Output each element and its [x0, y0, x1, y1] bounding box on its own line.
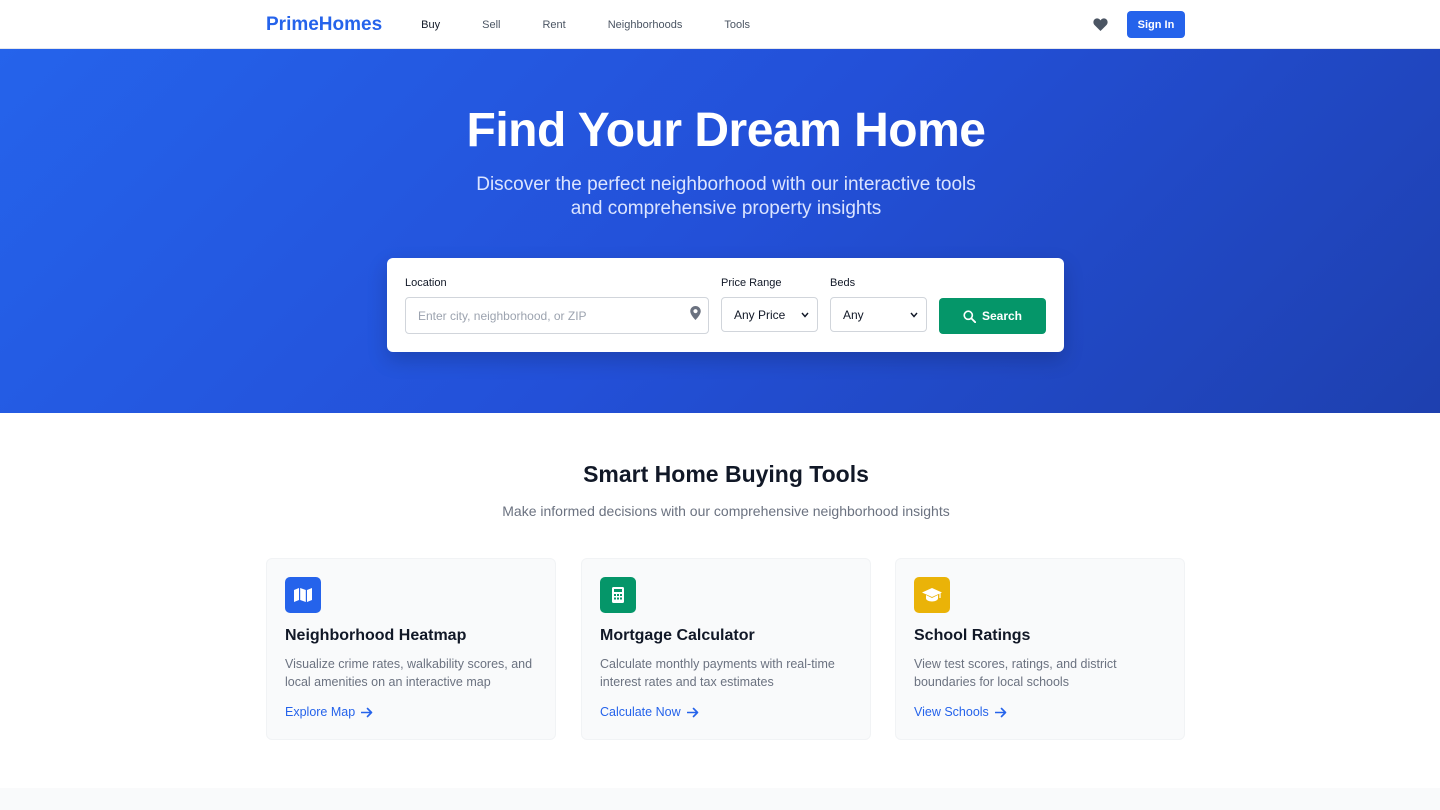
arrow-right-icon — [361, 707, 373, 717]
map-icon — [285, 577, 321, 613]
nav-link-tools[interactable]: Tools — [724, 19, 750, 31]
favorites-heart-icon[interactable] — [1092, 17, 1108, 33]
tool-card-description: Calculate monthly payments with real-tim… — [600, 657, 835, 689]
location-input[interactable] — [405, 297, 709, 334]
chevron-down-icon — [910, 312, 918, 318]
tool-card-title: School Ratings — [914, 627, 1031, 644]
hero-title: Find Your Dream Home — [466, 104, 986, 157]
search-button[interactable]: Search — [939, 298, 1046, 334]
tool-card-mortgage: Mortgage Calculator Calculate monthly pa… — [581, 558, 871, 740]
next-section-edge — [0, 788, 1440, 810]
graduation-cap-icon — [914, 577, 950, 613]
nav-link-buy[interactable]: Buy — [421, 19, 440, 31]
nav-link-rent[interactable]: Rent — [542, 19, 565, 31]
tool-card-title: Mortgage Calculator — [600, 627, 755, 644]
navbar-inner: PrimeHomes Buy Sell Rent Neighborhoods T… — [266, 0, 1185, 49]
tools-section-subtitle: Make informed decisions with our compreh… — [502, 503, 950, 519]
sign-in-button[interactable]: Sign In — [1127, 11, 1185, 38]
tool-card-heatmap: Neighborhood Heatmap Visualize crime rat… — [266, 558, 556, 740]
calculator-icon — [600, 577, 636, 613]
hero-subtitle: Discover the perfect neighborhood with o… — [476, 174, 976, 219]
location-label: Location — [405, 277, 447, 289]
view-schools-link[interactable]: View Schools — [914, 705, 1007, 719]
tool-card-description: Visualize crime rates, walkability score… — [285, 657, 533, 689]
nav-link-neighborhoods[interactable]: Neighborhoods — [608, 19, 683, 31]
arrow-right-icon — [686, 707, 698, 717]
search-card: Location Price Range Any Price Beds Any … — [387, 258, 1064, 352]
tool-card-link-label: View Schools — [914, 705, 989, 719]
location-pin-icon — [690, 306, 701, 320]
price-range-select[interactable]: Any Price — [721, 297, 818, 332]
brand-logo[interactable]: PrimeHomes — [266, 14, 382, 36]
nav-links: Buy Sell Rent Neighborhoods Tools — [421, 19, 792, 31]
tool-card-description: View test scores, ratings, and district … — [914, 657, 1117, 689]
beds-select[interactable]: Any — [830, 297, 927, 332]
calculate-now-link[interactable]: Calculate Now — [600, 705, 699, 719]
nav-right: Sign In — [1092, 11, 1185, 38]
chevron-down-icon — [801, 312, 809, 318]
tool-card-title: Neighborhood Heatmap — [285, 627, 467, 644]
search-icon — [963, 309, 976, 323]
price-range-label: Price Range — [721, 277, 782, 289]
tool-card-link-label: Calculate Now — [600, 705, 681, 719]
nav-link-sell[interactable]: Sell — [482, 19, 500, 31]
tool-card-link-label: Explore Map — [285, 705, 356, 719]
beds-value: Any — [843, 307, 864, 322]
search-button-label: Search — [981, 309, 1023, 323]
tools-section-title: Smart Home Buying Tools — [583, 461, 869, 487]
arrow-right-icon — [994, 707, 1007, 717]
price-range-value: Any Price — [734, 307, 786, 322]
top-navbar: PrimeHomes Buy Sell Rent Neighborhoods T… — [0, 0, 1440, 49]
hero-section: Find Your Dream Home Discover the perfec… — [0, 49, 1440, 413]
beds-label: Beds — [830, 277, 856, 289]
explore-map-link[interactable]: Explore Map — [285, 705, 373, 719]
tool-card-schools: School Ratings View test scores, ratings… — [895, 558, 1185, 740]
